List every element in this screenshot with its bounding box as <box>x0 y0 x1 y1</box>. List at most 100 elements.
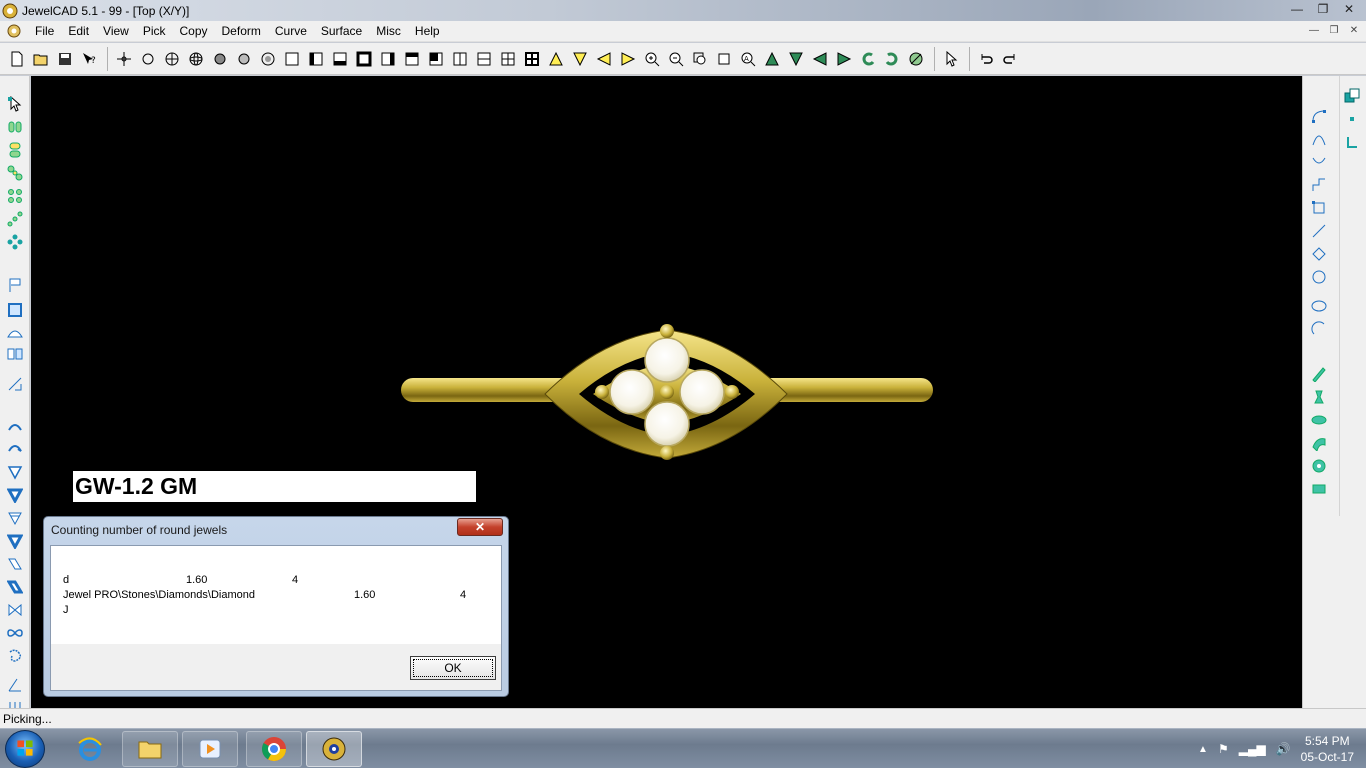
menu-copy[interactable]: Copy <box>173 24 215 38</box>
cone-tool-button[interactable] <box>5 462 25 482</box>
menu-curve[interactable]: Curve <box>268 24 314 38</box>
pan-up-button[interactable] <box>761 48 783 70</box>
taper-tool-button[interactable] <box>5 508 25 528</box>
menu-pick[interactable]: Pick <box>136 24 173 38</box>
pick-grid-button[interactable] <box>5 186 25 206</box>
cone-solid-button[interactable] <box>5 485 25 505</box>
curve-box-button[interactable] <box>1309 198 1329 218</box>
minimize-button[interactable]: — <box>1284 0 1310 18</box>
curve-polygon-button[interactable] <box>1309 244 1329 264</box>
sphere-shaded-button[interactable] <box>233 48 255 70</box>
zoom-out-button[interactable] <box>665 48 687 70</box>
circle-button[interactable] <box>137 48 159 70</box>
center-circle-button[interactable] <box>161 48 183 70</box>
view-split-v-button[interactable] <box>449 48 471 70</box>
pan-right-button[interactable] <box>833 48 855 70</box>
mirror-tool-button[interactable] <box>5 344 25 364</box>
taskbar-ie[interactable] <box>62 731 118 767</box>
close-button[interactable]: ✕ <box>1336 0 1362 18</box>
pick-pair-button[interactable] <box>5 117 25 137</box>
axis-tool-button[interactable] <box>5 374 25 394</box>
corner-snap-button[interactable] <box>1342 132 1362 152</box>
ok-button[interactable]: OK <box>410 656 496 680</box>
action-center-flag-icon[interactable]: ⚑ <box>1218 742 1229 756</box>
start-button[interactable] <box>5 730 45 768</box>
taskbar-media-player[interactable] <box>182 731 238 767</box>
layer-copy-button[interactable] <box>1342 86 1362 106</box>
mdi-close-button[interactable]: ✕ <box>1346 23 1362 38</box>
pick-line-button[interactable] <box>5 209 25 229</box>
curve-arch-button[interactable] <box>1309 129 1329 149</box>
view-corner-button[interactable] <box>425 48 447 70</box>
arc-up-button[interactable] <box>5 416 25 436</box>
zoom-window-button[interactable] <box>689 48 711 70</box>
rotate-down-button[interactable] <box>569 48 591 70</box>
zoom-in-button[interactable] <box>641 48 663 70</box>
taskbar-chrome[interactable] <box>246 731 302 767</box>
skew-bold-button[interactable] <box>5 577 25 597</box>
curve-step-button[interactable] <box>1309 175 1329 195</box>
orbit-button[interactable] <box>905 48 927 70</box>
dialog-close-button[interactable]: ✕ <box>457 518 503 536</box>
mdi-restore-button[interactable]: ❐ <box>1326 23 1342 38</box>
render-button[interactable] <box>257 48 279 70</box>
view-single-button[interactable] <box>281 48 303 70</box>
surface-revolve-button[interactable] <box>1309 387 1329 407</box>
dome-tool-button[interactable] <box>5 323 25 343</box>
save-button[interactable] <box>54 48 76 70</box>
taskbar-explorer[interactable] <box>122 731 178 767</box>
pan-down-button[interactable] <box>785 48 807 70</box>
point-button[interactable] <box>113 48 135 70</box>
twist-tool-button[interactable] <box>5 600 25 620</box>
curve-ellipse-button[interactable] <box>1309 296 1329 316</box>
surface-patch-button[interactable] <box>1309 479 1329 499</box>
open-file-button[interactable] <box>30 48 52 70</box>
rotate-cw-button[interactable] <box>881 48 903 70</box>
curve-line-button[interactable] <box>1309 221 1329 241</box>
rotate-right-button[interactable] <box>617 48 639 70</box>
menu-deform[interactable]: Deform <box>215 24 268 38</box>
menu-edit[interactable]: Edit <box>61 24 96 38</box>
document-icon[interactable] <box>6 23 22 39</box>
view-grid-button[interactable] <box>521 48 543 70</box>
pick-tool-button[interactable] <box>5 94 25 114</box>
curve-circle-button[interactable] <box>1309 267 1329 287</box>
surface-extrude-button[interactable] <box>1309 364 1329 384</box>
pick-stack-button[interactable] <box>5 140 25 160</box>
rotate-ccw-button[interactable] <box>857 48 879 70</box>
menu-surface[interactable]: Surface <box>314 24 369 38</box>
view-split-h-button[interactable] <box>473 48 495 70</box>
help-pointer-button[interactable]: ? <box>78 48 100 70</box>
flag-tool-button[interactable] <box>5 275 25 295</box>
clock[interactable]: 5:54 PM 05-Oct-17 <box>1301 733 1354 765</box>
menu-view[interactable]: View <box>96 24 136 38</box>
curve-arc-button[interactable] <box>1309 319 1329 339</box>
zoom-all-button[interactable]: A <box>737 48 759 70</box>
new-file-button[interactable] <box>6 48 28 70</box>
curve-bezier-button[interactable] <box>1309 106 1329 126</box>
taskbar-jewelcad[interactable] <box>306 731 362 767</box>
maximize-button[interactable]: ❐ <box>1310 0 1336 18</box>
menu-file[interactable]: File <box>28 24 61 38</box>
view-top-button[interactable] <box>401 48 423 70</box>
taper-solid-button[interactable] <box>5 531 25 551</box>
skew-tool-button[interactable] <box>5 554 25 574</box>
view-frame-button[interactable] <box>353 48 375 70</box>
pick-chain-button[interactable] <box>5 163 25 183</box>
point-snap-button[interactable] <box>1342 109 1362 129</box>
window-title-bar[interactable]: JewelCAD 5.1 - 99 - [Top (X/Y)] — ❐ ✕ <box>0 0 1366 21</box>
undo-button[interactable] <box>975 48 997 70</box>
surface-sweep-button[interactable] <box>1309 433 1329 453</box>
mdi-minimize-button[interactable]: — <box>1306 23 1322 38</box>
surface-tube-button[interactable] <box>1309 456 1329 476</box>
pan-left-button[interactable] <box>809 48 831 70</box>
rotate-left-button[interactable] <box>593 48 615 70</box>
pick-cluster-button[interactable] <box>5 232 25 252</box>
curve-wave-button[interactable] <box>1309 152 1329 172</box>
view-quad-button[interactable] <box>497 48 519 70</box>
volume-icon[interactable]: 🔊 <box>1276 742 1291 756</box>
view-right-button[interactable] <box>377 48 399 70</box>
sphere-solid-button[interactable] <box>209 48 231 70</box>
loop-tool-button[interactable] <box>5 623 25 643</box>
redo-button[interactable] <box>999 48 1021 70</box>
